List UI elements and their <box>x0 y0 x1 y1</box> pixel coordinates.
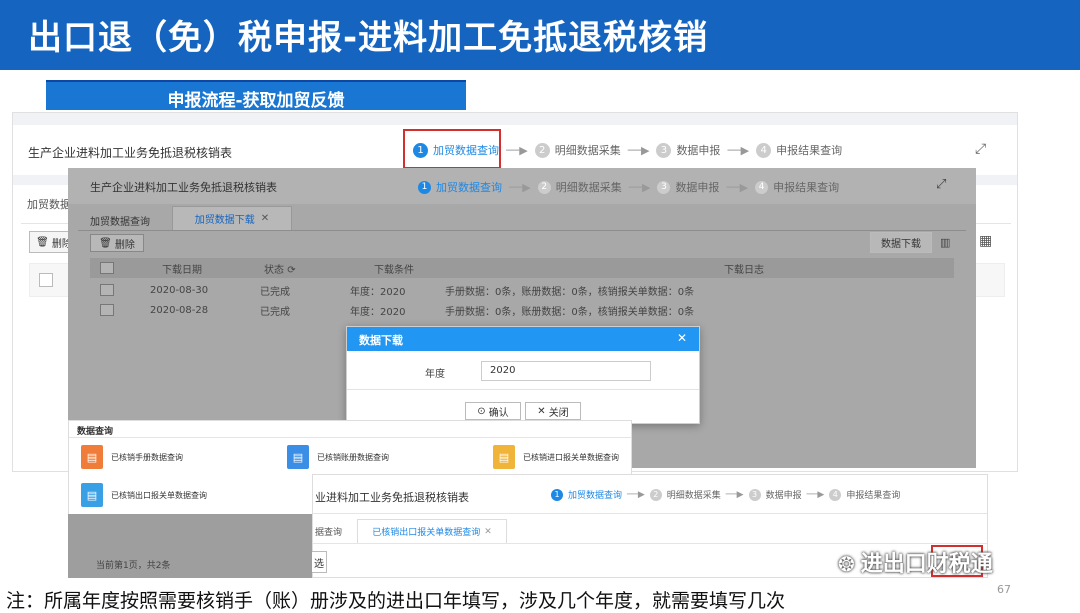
year-label: 年度 <box>425 369 445 380</box>
close-tab-icon[interactable]: ✕ <box>261 213 269 224</box>
row-checkbox[interactable] <box>100 304 114 316</box>
front-step-1[interactable]: 1 加贸数据查询 <box>551 488 622 501</box>
header-checkbox[interactable] <box>100 262 114 274</box>
step-arrow-icon: ──▶ <box>725 489 744 500</box>
back-step-1[interactable]: 1 加贸数据查询 <box>413 142 499 158</box>
mid-panel-title: 生产企业进料加工业务免抵退税核销表 <box>90 181 277 194</box>
status-header: 状态 ⟳ <box>264 264 296 276</box>
step-arrow-icon: ──▶ <box>506 143 528 157</box>
download-dialog: 数据下载 ✕ 年度 2020 ⊙ 确认 ✕ 关闭 <box>346 326 700 424</box>
mid-step-2[interactable]: 2 明细数据采集 <box>537 179 622 195</box>
document-icon: ▤ <box>287 445 309 469</box>
refresh-icon[interactable]: ⟳ <box>287 265 295 276</box>
front-step-3[interactable]: 3 数据申报 <box>748 488 802 501</box>
page-number: 67 <box>997 583 1011 596</box>
table-row[interactable]: 2020-08-28 已完成 年度：2020 手册数据：0条，账册数据：0条，核… <box>90 300 954 320</box>
back-panel-title: 生产企业进料加工业务免抵退税核销表 <box>28 146 233 160</box>
section-tab: 申报流程-获取加贸反馈 <box>46 80 466 111</box>
grid-icon[interactable]: ▦ <box>979 233 992 249</box>
year-input[interactable]: 2020 <box>481 361 651 381</box>
mid-delete-button[interactable]: 🗑 删除 <box>90 234 144 252</box>
step-arrow-icon: ──▶ <box>627 143 650 157</box>
back-step-3[interactable]: 3 数据申报 <box>656 142 720 158</box>
close-tab-icon[interactable]: ✕ <box>484 527 492 537</box>
dialog-title: 数据下载 <box>359 334 403 347</box>
column-settings-icon[interactable]: ▥ <box>940 236 950 249</box>
wechat-icon: ❂ <box>838 552 855 576</box>
footnote: 注：所属年度按照需要核销手（账）册涉及的进出口年填写，涉及几个年度，就需要填写几… <box>6 590 786 612</box>
back-steps: 1 加贸数据查询 ──▶ 2 明细数据采集 ──▶ 3 数据申报 ──▶ 4 申报结果查… <box>413 142 842 158</box>
front-step-2[interactable]: 2 明细数据采集 <box>649 488 721 501</box>
mid-step-4[interactable]: 4 申报结果查询 <box>755 179 839 195</box>
pager-text: 当前第1页，共2条 <box>96 561 171 571</box>
document-icon: ▤ <box>81 445 103 469</box>
query-item-export[interactable]: ▤ 已核销出口报关单数据查询 <box>81 483 207 507</box>
mid-table-header: 下载日期 状态 ⟳ 下载条件 下载日志 <box>90 258 954 278</box>
document-icon: ▤ <box>81 483 103 507</box>
check-circle-icon: ⊙ <box>477 405 486 417</box>
mid-tab-download[interactable]: 加贸数据下载 ✕ <box>172 206 292 230</box>
front-button-partial[interactable]: 选 <box>311 551 327 573</box>
data-download-button[interactable]: 数据下载 <box>870 232 932 253</box>
table-row[interactable]: 2020-08-30 已完成 年度：2020 手册数据：0条，账册数据：0条，核… <box>90 280 954 300</box>
query-panel-title: 数据查询 <box>77 427 114 437</box>
query-item-manual[interactable]: ▤ 已核销手册数据查询 <box>81 445 183 469</box>
front-steps: 1 加贸数据查询 ──▶ 2 明细数据采集 ──▶ 3 数据申报 ──▶ 4 申报结果查… <box>551 488 900 501</box>
front-panel-title: 业进料加工业务免抵退税核销表 <box>315 491 469 504</box>
step-arrow-icon: ──▶ <box>509 180 531 194</box>
trash-icon: 🗑 <box>36 236 49 248</box>
step-arrow-icon: ──▶ <box>727 143 750 157</box>
front-tab-partial[interactable]: 据查询 <box>315 525 342 538</box>
mid-steps: 1 加贸数据查询 ──▶ 2 明细数据采集 ──▶ 3 数据申报 ──▶ 4 申报结果查… <box>418 179 839 195</box>
document-icon: ▤ <box>493 445 515 469</box>
back-checkbox[interactable] <box>39 273 53 287</box>
mid-expand-icon[interactable]: ⤢ <box>936 177 946 192</box>
step-arrow-icon: ──▶ <box>627 489 645 500</box>
step-arrow-icon: ──▶ <box>806 489 825 500</box>
section-tab-label: 申报流程-获取加贸反馈 <box>167 91 345 111</box>
confirm-button[interactable]: ⊙ 确认 <box>465 402 521 420</box>
query-item-import[interactable]: ▤ 已核销进口报关单数据查询 <box>493 445 619 469</box>
query-item-account[interactable]: ▤ 已核销账册数据查询 <box>287 445 389 469</box>
pager-area: 当前第1页，共2条 <box>68 514 312 578</box>
title-banner: 出口退（免）税申报-进料加工免抵退税核销 <box>0 0 1080 70</box>
close-button[interactable]: ✕ 关闭 <box>525 402 581 420</box>
step-arrow-icon: ──▶ <box>726 180 749 194</box>
step-arrow-icon: ──▶ <box>628 180 651 194</box>
back-step-4[interactable]: 4 申报结果查询 <box>756 142 842 158</box>
front-tab-active[interactable]: 已核销出口报关单数据查询 ✕ <box>357 519 507 543</box>
slide-title: 出口退（免）税申报-进料加工免抵退税核销 <box>28 18 709 58</box>
expand-icon[interactable]: ⤢ <box>975 141 986 157</box>
back-tab[interactable]: 加贸数据 <box>27 196 71 212</box>
trash-icon: 🗑 <box>99 237 112 249</box>
watermark: ❂ 进出口财税通 <box>838 552 993 577</box>
mid-tab-query[interactable]: 加贸数据查询 <box>90 213 150 228</box>
x-icon: ✕ <box>537 405 546 417</box>
back-step-2[interactable]: 2 明细数据采集 <box>534 142 621 158</box>
mid-step-3[interactable]: 3 数据申报 <box>657 179 719 195</box>
mid-step-1[interactable]: 1 加贸数据查询 <box>418 179 502 195</box>
front-step-4[interactable]: 4 申报结果查询 <box>829 488 900 501</box>
row-checkbox[interactable] <box>100 284 114 296</box>
close-icon[interactable]: ✕ <box>677 331 687 345</box>
